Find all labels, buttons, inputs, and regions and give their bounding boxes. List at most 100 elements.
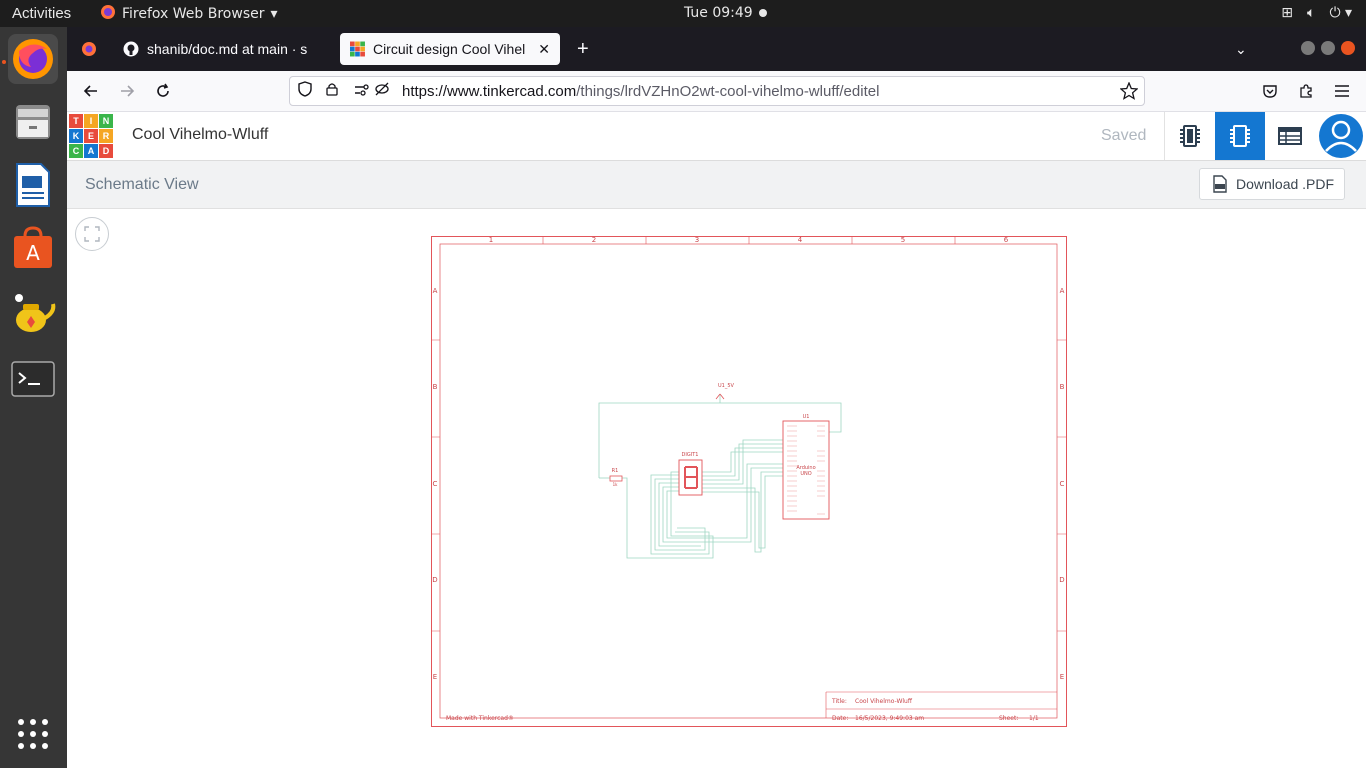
circuit-view-button[interactable] (1165, 112, 1215, 160)
pocket-button[interactable] (1258, 79, 1282, 103)
permissions-icon[interactable] (354, 83, 370, 100)
arduino-label: U1 (803, 414, 810, 420)
tracking-blocked-icon[interactable] (374, 82, 392, 100)
back-arrow-icon (83, 85, 97, 97)
avatar (1319, 114, 1363, 158)
schematic-view-title: Schematic View (85, 176, 199, 193)
close-tab-icon[interactable]: ✕ (538, 41, 550, 58)
forward-arrow-icon (121, 85, 135, 97)
row-label: E (1060, 673, 1064, 681)
app-menu-button[interactable] (1330, 79, 1354, 103)
running-indicator (2, 60, 6, 64)
row-label: C (1060, 480, 1065, 488)
lock-icon[interactable] (326, 82, 340, 100)
fit-view-button[interactable] (75, 217, 109, 251)
logo-letter: A (84, 144, 98, 158)
clock[interactable]: Tue 09:49 (684, 5, 767, 21)
url-text: https://www.tinkercad.com/things/lrdVZHn… (402, 83, 879, 100)
tinkercad-header: T I N K E R C A D Cool Vihelmo-Wluff Sav… (67, 112, 1366, 161)
terminal-icon[interactable] (8, 354, 58, 404)
tinkercad-logo[interactable]: T I N K E R C A D (69, 114, 113, 158)
logo-letter: E (84, 129, 98, 143)
logo-letter: I (84, 114, 98, 128)
tab-tinkercad[interactable]: Circuit design Cool Vihelm ✕ (340, 33, 560, 65)
window-controls (1301, 41, 1355, 55)
list-all-tabs-button[interactable]: ⌄ (1225, 33, 1255, 65)
date-value: 16/5/2023, 9:49:03 am (855, 715, 924, 722)
teapot-icon[interactable] (8, 287, 58, 337)
saved-status: Saved (1101, 127, 1147, 144)
column-label: 3 (695, 236, 699, 244)
minimize-icon[interactable] (1301, 41, 1315, 55)
row-label: A (433, 287, 438, 295)
download-pdf-label: Download .PDF (1236, 176, 1335, 192)
title-value: Cool Vihelmo-Wluff (855, 698, 913, 705)
user-avatar-button[interactable] (1316, 112, 1366, 160)
seven-segment-display[interactable] (678, 459, 703, 496)
column-label: 2 (592, 236, 596, 244)
software-icon[interactable]: A (8, 223, 58, 273)
resistor-label: R1 (612, 468, 619, 474)
schematic-toolbar: Schematic View Download .PDF (67, 161, 1366, 209)
clock-label: Tue 09:49 (684, 5, 753, 21)
url-path: /things/lrdVZHnO2wt-cool-vihelmo-wluff/e… (576, 82, 880, 100)
svg-text:A: A (26, 241, 40, 265)
row-label: E (433, 673, 437, 681)
hamburger-icon (1335, 85, 1349, 97)
date-key: Date: (832, 715, 848, 722)
maximize-icon[interactable] (1321, 41, 1335, 55)
forward-button[interactable] (115, 79, 139, 103)
column-label: 1 (489, 236, 493, 244)
reload-button[interactable] (151, 79, 175, 103)
bookmark-star-icon[interactable] (1119, 81, 1139, 104)
github-icon (123, 41, 139, 57)
back-button[interactable] (79, 79, 103, 103)
firefox-view-button[interactable] (71, 33, 107, 65)
sheet-outer-border (431, 236, 1067, 727)
row-label: B (1060, 383, 1065, 391)
design-title[interactable]: Cool Vihelmo-Wluff (132, 126, 268, 144)
files-icon[interactable] (8, 97, 58, 147)
activities-button[interactable]: Activities (12, 5, 71, 22)
pdf-file-icon (1213, 175, 1227, 193)
row-label: D (432, 576, 437, 584)
arduino-model: UNO (800, 471, 811, 477)
new-tab-button[interactable]: + (567, 33, 597, 65)
schematic-icon (1230, 125, 1250, 147)
row-label: A (1060, 287, 1065, 295)
firefox-view-icon (82, 42, 96, 56)
firefox-icon[interactable] (8, 34, 58, 84)
logo-letter: K (69, 129, 83, 143)
display-label: DIGIT1 (682, 452, 699, 458)
column-label: 4 (798, 236, 803, 244)
download-pdf-button[interactable]: Download .PDF (1199, 168, 1345, 200)
dock: A (0, 27, 67, 768)
breadboard-icon (1180, 125, 1200, 147)
power-icon: ⏻ ▾ (1329, 5, 1352, 21)
close-window-icon[interactable] (1341, 41, 1355, 55)
tab-github[interactable]: shanib/doc.md at main · s (113, 33, 339, 65)
title-key: Title: (831, 698, 847, 705)
shield-icon[interactable] (298, 81, 314, 101)
sheet-key: Sheet: (999, 715, 1018, 722)
app-menu[interactable]: Firefox Web Browser ▾ (100, 4, 278, 24)
fit-to-view-icon (84, 226, 100, 242)
url-host: https://www.tinkercad.com (402, 82, 577, 100)
url-bar[interactable]: https://www.tinkercad.com/things/lrdVZHn… (289, 76, 1145, 106)
chevron-down-icon: ⌄ (1235, 40, 1247, 57)
schematic-canvas[interactable]: 1 2 3 4 5 6 A B C D E A B C D E U1_5V R1… (67, 209, 1366, 768)
plus-icon: + (577, 37, 589, 60)
firefox-small-icon (100, 4, 116, 24)
schematic-view-button[interactable] (1215, 112, 1265, 160)
logo-letter: C (69, 144, 83, 158)
row-label: C (433, 480, 438, 488)
reload-icon (157, 83, 169, 97)
system-tray[interactable]: ⊞ 🔈︎ ⏻ ▾ (1281, 5, 1352, 21)
extensions-button[interactable] (1294, 79, 1318, 103)
component-list-button[interactable] (1265, 112, 1315, 160)
net-label: U1_5V (718, 383, 735, 389)
writer-icon[interactable] (8, 160, 58, 210)
logo-letter: R (99, 129, 113, 143)
app-grid-icon[interactable] (8, 709, 58, 759)
nav-bar: https://www.tinkercad.com/things/lrdVZHn… (67, 71, 1366, 112)
